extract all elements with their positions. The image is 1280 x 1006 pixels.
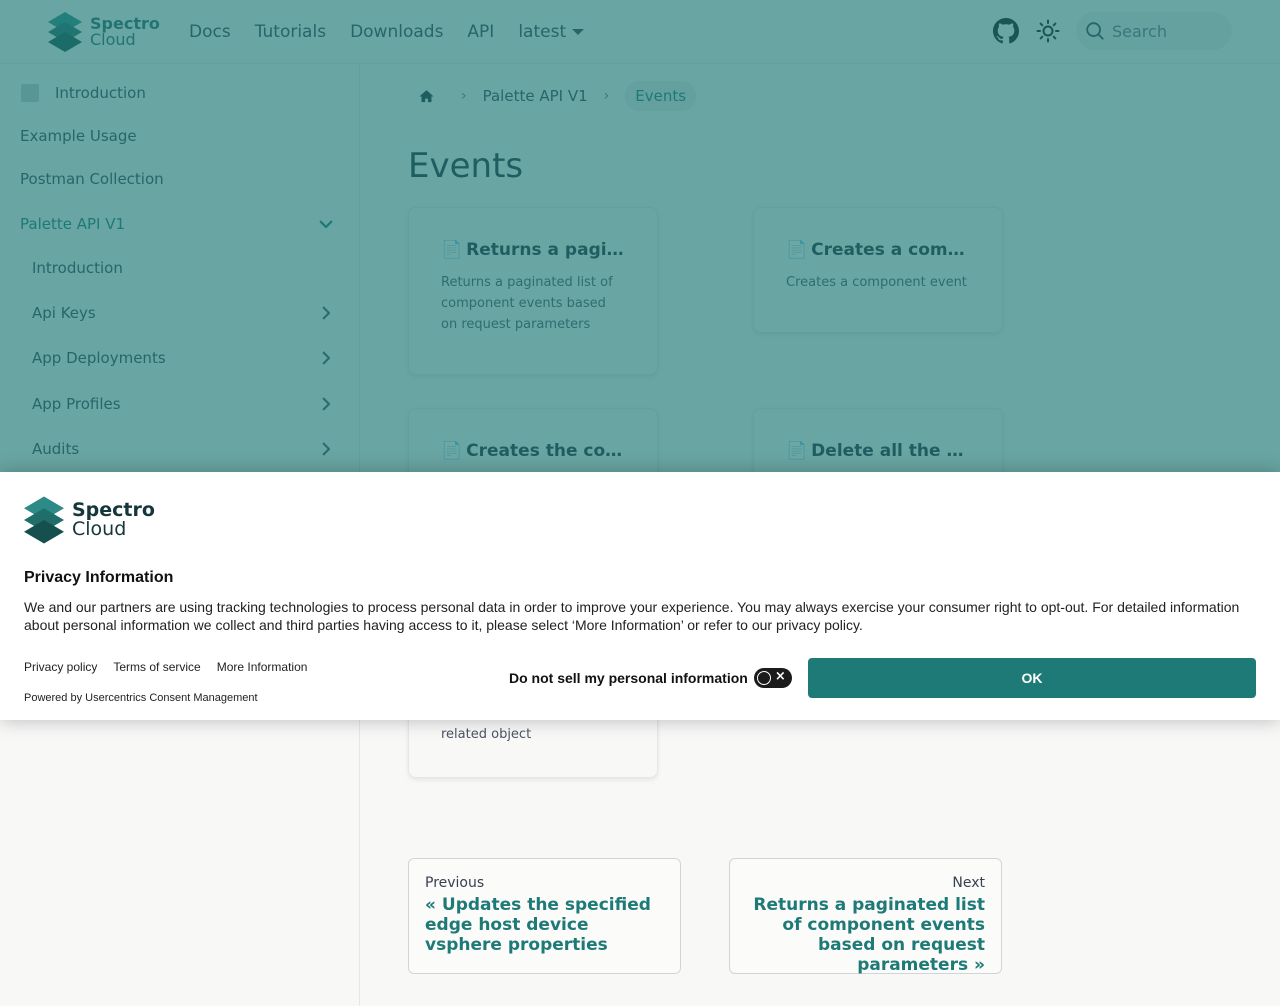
card-description: Returns a paginated list of component ev…: [441, 275, 613, 332]
brand-wordmark: Spectro Cloud: [90, 16, 160, 48]
breadcrumb-home[interactable]: [408, 88, 445, 105]
sidebar-item-label: App Profiles: [32, 395, 121, 413]
nav-right-controls: [992, 12, 1232, 50]
card-title: 📄 Delete all the comp…: [786, 441, 970, 461]
card-title: 📄 Creates a compon…: [786, 240, 970, 260]
consent-banner: Spectro Cloud Privacy Information We and…: [0, 472, 1280, 720]
brand-logo[interactable]: Spectro Cloud: [48, 12, 160, 52]
consent-links: Privacy policy Terms of service More Inf…: [24, 660, 307, 674]
sun-icon: [1036, 19, 1060, 43]
breadcrumb-current: Events: [625, 81, 697, 111]
do-not-sell-label: Do not sell my personal information: [509, 670, 748, 686]
sidebar-item-postman-collection[interactable]: Postman Collection: [0, 157, 359, 201]
next-page-link[interactable]: Next Returns a paginated list of compone…: [729, 858, 1002, 975]
search-input[interactable]: [1112, 21, 1222, 41]
nav-link-tutorials[interactable]: Tutorials: [255, 22, 326, 42]
chevron-right-icon[interactable]: [311, 304, 341, 322]
card-title-text: Creates a compon…: [811, 240, 970, 260]
version-dropdown[interactable]: latest: [518, 22, 585, 42]
nav-link-docs[interactable]: Docs: [189, 22, 231, 42]
privacy-policy-link[interactable]: Privacy policy: [24, 660, 97, 674]
sidebar-subitem-api-keys[interactable]: Api Keys: [0, 291, 359, 335]
github-icon: [993, 18, 1019, 44]
nav-links: Docs Tutorials Downloads API latest: [189, 0, 585, 64]
do-not-sell-control: Do not sell my personal information ×: [509, 668, 792, 688]
sidebar-item-label: Api Keys: [32, 304, 96, 322]
sidebar-subitem-introduction[interactable]: Introduction: [0, 246, 359, 290]
card-description: related object: [441, 727, 532, 742]
breadcrumb-separator: ›: [461, 88, 467, 104]
card-title: 📄 Creates the compo…: [441, 441, 625, 461]
card-title-text: Delete all the comp…: [811, 441, 970, 461]
nav-link-api[interactable]: API: [467, 22, 494, 42]
pager-label: Previous: [425, 875, 485, 891]
sidebar-item-example-usage[interactable]: Example Usage: [0, 114, 359, 158]
event-card[interactable]: 📄 Creates a compon… Creates a component …: [753, 207, 1003, 333]
pager-label: Next: [952, 875, 985, 891]
spectro-logo-icon: [48, 12, 82, 52]
terms-of-service-link[interactable]: Terms of service: [113, 660, 200, 674]
chevron-right-icon[interactable]: [311, 395, 341, 413]
home-icon: [419, 89, 434, 102]
close-icon: ×: [774, 669, 786, 684]
consent-wordmark: Spectro Cloud: [72, 501, 155, 539]
doc-icon: [21, 84, 39, 102]
nav-link-downloads[interactable]: Downloads: [350, 22, 443, 42]
doc-icon: 📄: [786, 240, 808, 260]
card-description: Creates a component event: [786, 275, 967, 290]
sidebar-subitem-audits[interactable]: Audits: [0, 427, 359, 471]
sidebar-item-palette-api-v1[interactable]: Palette API V1: [0, 202, 359, 246]
search-icon: [1086, 22, 1104, 40]
ok-button[interactable]: OK: [808, 658, 1256, 698]
sidebar-subitem-app-deployments[interactable]: App Deployments: [0, 336, 359, 380]
chevron-down-icon[interactable]: [311, 215, 341, 233]
doc-icon: 📄: [441, 441, 463, 461]
brand-line2: Cloud: [90, 30, 136, 49]
sidebar-item-label: Example Usage: [20, 127, 137, 145]
chevron-right-icon[interactable]: [311, 349, 341, 367]
sidebar-item-introduction[interactable]: Introduction: [0, 71, 359, 115]
consent-logo: Spectro Cloud: [24, 496, 155, 544]
sidebar-item-label: Postman Collection: [20, 170, 164, 188]
sidebar-item-label: Introduction: [32, 259, 123, 277]
consent-logo-line2: Cloud: [72, 518, 127, 540]
chevron-right-icon[interactable]: [311, 440, 341, 458]
more-information-link[interactable]: More Information: [217, 660, 308, 674]
pager-title: « Updates the specified edge host device…: [425, 895, 651, 955]
consent-text: We and our partners are using tracking t…: [24, 599, 1240, 633]
theme-toggle[interactable]: [1034, 17, 1062, 45]
consent-title: Privacy Information: [24, 569, 174, 586]
page-title: Events: [408, 146, 524, 186]
sidebar-item-label: Introduction: [55, 84, 146, 102]
version-label: latest: [518, 22, 567, 42]
card-title-text: Creates the compo…: [466, 441, 625, 461]
caret-down-icon: [572, 29, 585, 35]
event-card[interactable]: 📄 Returns a paginate… Returns a paginate…: [408, 207, 658, 375]
sidebar-item-label: Audits: [32, 440, 80, 458]
pager-title: Returns a paginated list of component ev…: [753, 895, 985, 975]
card-title-text: Returns a paginate…: [466, 240, 625, 260]
powered-by-text: Powered by Usercentrics Consent Manageme…: [24, 692, 258, 704]
card-title: 📄 Returns a paginate…: [441, 240, 625, 260]
search-bar[interactable]: [1076, 12, 1232, 50]
sidebar-item-label: Palette API V1: [20, 215, 126, 233]
breadcrumb-separator: ›: [603, 88, 610, 104]
toggle-knob: [756, 671, 771, 685]
breadcrumb-parent[interactable]: Palette API V1: [483, 87, 588, 105]
doc-icon: 📄: [786, 441, 808, 461]
github-link[interactable]: [992, 17, 1020, 45]
doc-icon: 📄: [441, 240, 463, 260]
sidebar-item-label: App Deployments: [32, 349, 166, 367]
previous-page-link[interactable]: Previous « Updates the specified edge ho…: [408, 858, 681, 974]
breadcrumb: › Palette API V1 › Events: [408, 80, 697, 112]
sidebar-subitem-app-profiles[interactable]: App Profiles: [0, 382, 359, 426]
top-navbar: Spectro Cloud Docs Tutorials Downloads A…: [0, 0, 1280, 64]
do-not-sell-toggle[interactable]: ×: [753, 668, 792, 688]
spectro-logo-icon: [24, 496, 64, 544]
